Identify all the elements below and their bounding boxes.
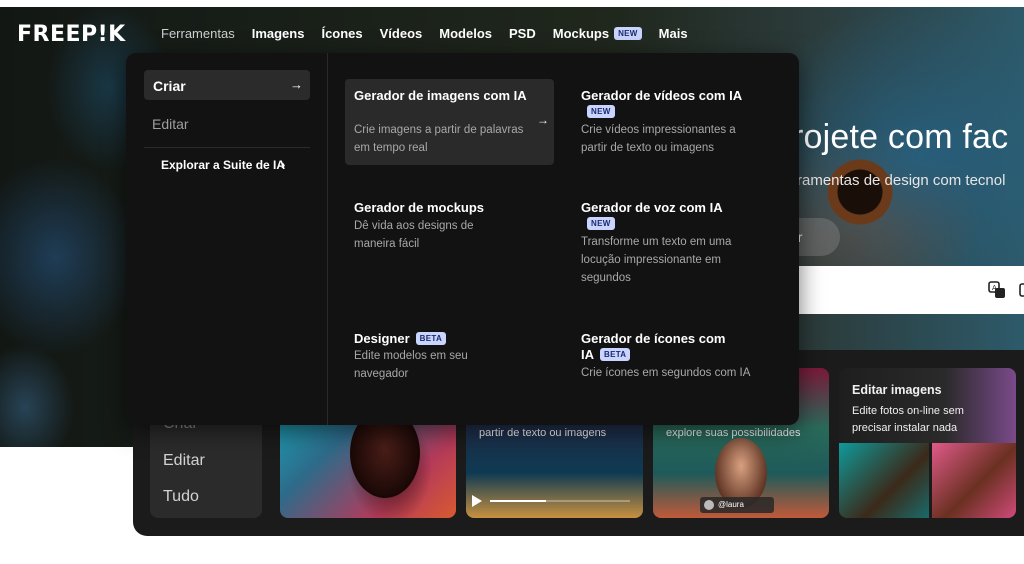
top-strip (0, 0, 1024, 7)
nav-item-icones[interactable]: Ícones (321, 26, 362, 41)
dropdown-item-desc: Crie vídeos impressionantes a partir de … (581, 124, 736, 154)
dropdown-item-designer[interactable]: Designer BETA (354, 331, 534, 347)
edit-preview-image-1 (839, 443, 929, 518)
new-badge: NEW (587, 105, 615, 118)
dropdown-item-video-generator[interactable]: Gerador de vídeos com IANEW (581, 88, 761, 120)
peacock-eye-graphic (820, 157, 900, 227)
nav-item-mockups[interactable]: Mockups NEW (553, 26, 642, 41)
beta-badge: BETA (600, 348, 631, 361)
nav-item-modelos[interactable]: Modelos (439, 26, 492, 41)
dropdown-item-desc: Transforme um texto em uma locução impre… (581, 236, 732, 284)
edit-preview-image-2 (932, 443, 1016, 518)
arrow-right-icon: → (537, 113, 549, 127)
avatar (704, 500, 714, 510)
freepik-logo[interactable]: FREEP!K (17, 22, 126, 47)
hero-title: rojete com fac (792, 118, 1009, 156)
chevron-right-icon: › (281, 157, 286, 172)
video-card-caption: partir de texto ou imagens (479, 427, 607, 439)
nav-item-psd[interactable]: PSD (509, 26, 536, 41)
dropdown-item-desc: Crie imagens a partir de palavras em tem… (354, 124, 524, 154)
dropdown-item-desc: Dê vida aos designs de maneira fácil (354, 220, 474, 250)
dropdown-item-desc: Edite modelos em seu navegador (354, 350, 468, 380)
dropdown-category-criar-label: Criar (153, 78, 186, 94)
tools-category-tudo[interactable]: Tudo (163, 488, 199, 506)
hero-subtitle: rramentas de design com tecnol (792, 172, 1006, 189)
translate-icon[interactable]: A (988, 281, 1006, 299)
main-nav: Ferramentas Imagens Ícones Vídeos Modelo… (161, 26, 705, 41)
options-icon[interactable] (1018, 281, 1024, 299)
edit-card-desc-1: Edite fotos on-line sem (852, 405, 964, 417)
user-handle: @laura (718, 500, 744, 509)
arrow-right-icon: → (290, 77, 303, 92)
new-badge: NEW (587, 217, 615, 230)
dropdown-item-mockup-generator[interactable]: Gerador de mockups (354, 200, 534, 216)
video-progress-bar[interactable] (490, 500, 630, 502)
dropdown-category-editar[interactable]: Editar (152, 116, 189, 132)
nav-item-mais[interactable]: Mais (659, 26, 688, 41)
beta-badge: BETA (415, 332, 447, 345)
edit-card-desc-2: precisar instalar nada (852, 422, 958, 434)
nav-item-ferramentas[interactable]: Ferramentas (161, 26, 235, 41)
svg-text:A: A (992, 284, 997, 292)
new-badge: NEW (614, 27, 642, 40)
tools-category-editar[interactable]: Editar (163, 452, 205, 470)
edit-card-title: Editar imagens (852, 383, 942, 397)
nav-item-imagens[interactable]: Imagens (252, 26, 305, 41)
dropdown-left-divider (144, 147, 310, 148)
dropdown-divider (327, 53, 328, 425)
explore-ai-suite-link[interactable]: Explorar a Suite de IA (161, 158, 285, 172)
dropdown-item-title: Gerador de imagens com IA (354, 88, 527, 103)
nav-item-videos[interactable]: Vídeos (380, 26, 423, 41)
dropdown-item-voice-generator[interactable]: Gerador de voz com IANEW (581, 200, 741, 232)
play-icon[interactable] (472, 495, 482, 507)
explore-card-caption: explore suas possibilidades (666, 427, 801, 439)
dropdown-item-desc: Crie ícones em segundos com IA (581, 367, 751, 379)
dropdown-item-icon-generator[interactable]: Gerador de ícones com IA BETA (581, 331, 741, 363)
